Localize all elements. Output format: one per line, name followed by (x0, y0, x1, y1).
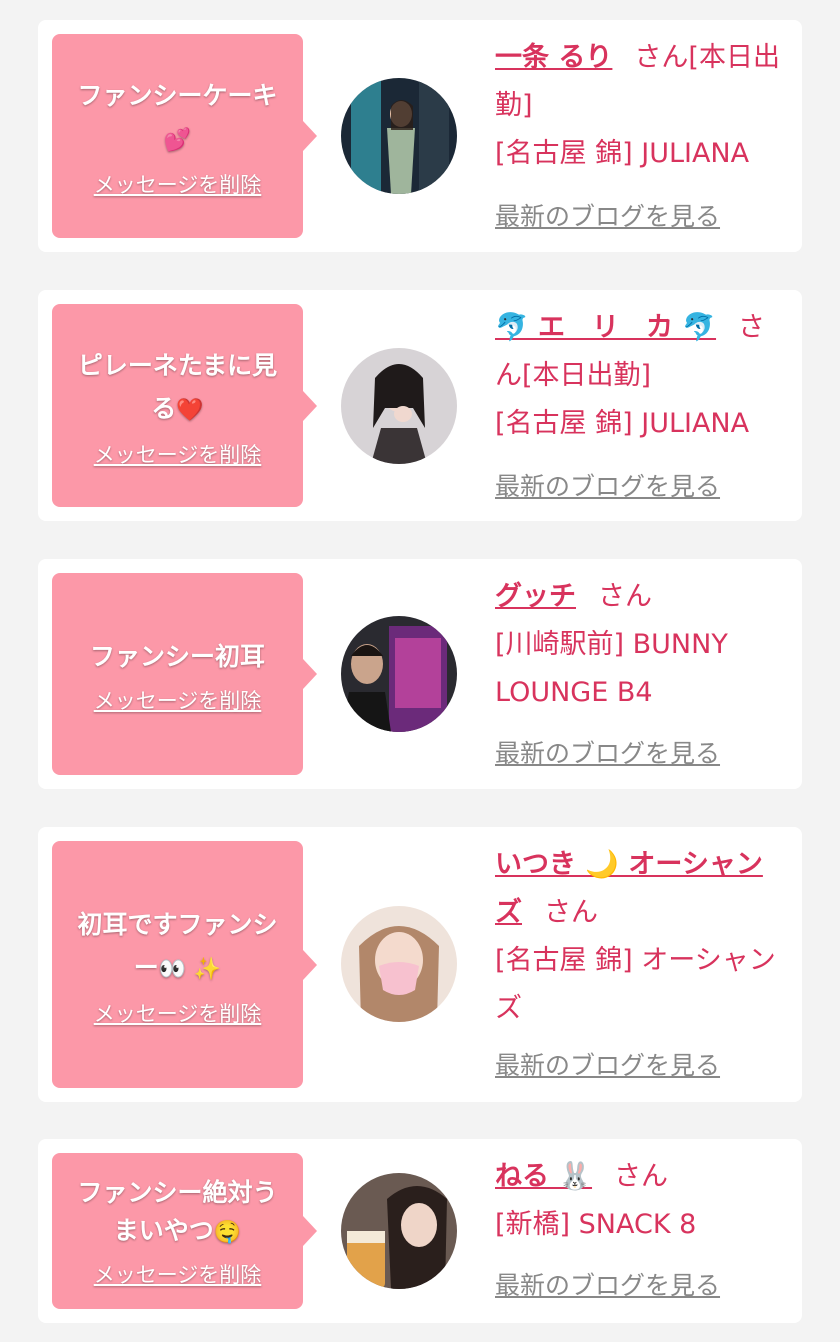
cast-name-link[interactable]: グッチ (495, 581, 576, 612)
message-bubble: ファンシーケーキ 💕 メッセージを削除 (52, 34, 317, 238)
avatar[interactable] (341, 348, 457, 464)
hearts-icon: 💕 (163, 128, 192, 153)
honorific: さん (634, 42, 689, 73)
favorite-card: 初耳ですファンシー👀 ✨ メッセージを削除 いつき 🌙 オーシャンズ さん [名古… (38, 827, 802, 1102)
shop-name: [名古屋 錦] JULIANA (495, 408, 750, 439)
message-text: ファンシー絶対うまいやつ🤤 (77, 1178, 278, 1245)
cast-info: ねる 🐰 さん [新橋] SNACK 8 (495, 1153, 788, 1249)
delete-message-link[interactable]: メッセージを削除 (94, 688, 262, 714)
status-text: [本日出勤] (522, 360, 652, 391)
favorite-card: ファンシーケーキ 💕 メッセージを削除 一条 るり さん[本日出勤] [名古屋 錦… (38, 20, 802, 252)
cast-name-link[interactable]: 一条 るり (495, 42, 612, 73)
cast-name-link[interactable]: いつき 🌙 オーシャンズ (495, 849, 763, 928)
latest-blog-link[interactable]: 最新のブログを見る (495, 202, 720, 232)
favorite-card: ファンシー絶対うまいやつ🤤 メッセージを削除 ねる 🐰 さん [新橋] SNACK… (38, 1139, 802, 1323)
favorite-card: ファンシー初耳 メッセージを削除 グッチ さん [川崎駅前] BUNNY LOUN… (38, 559, 802, 789)
delete-message-link[interactable]: メッセージを削除 (94, 442, 262, 468)
honorific: さん (544, 897, 598, 928)
delete-message-link[interactable]: メッセージを削除 (94, 1001, 262, 1027)
message-bubble: 初耳ですファンシー👀 ✨ メッセージを削除 (52, 841, 317, 1088)
latest-blog-link[interactable]: 最新のブログを見る (495, 1271, 720, 1301)
message-bubble: ファンシー絶対うまいやつ🤤 メッセージを削除 (52, 1153, 317, 1309)
latest-blog-link[interactable]: 最新のブログを見る (495, 1051, 720, 1081)
honorific: さん (598, 581, 652, 612)
message-text: ピレーネたまに見る❤️ (77, 350, 278, 423)
drooling-face-icon: 🤤 (213, 1220, 242, 1245)
avatar[interactable] (341, 78, 457, 194)
delete-message-link[interactable]: メッセージを削除 (94, 172, 262, 198)
cast-info: グッチ さん [川崎駅前] BUNNY LOUNGE B4 (495, 573, 788, 717)
shop-name: [新橋] SNACK 8 (495, 1209, 697, 1240)
heart-icon: ❤️ (176, 397, 204, 423)
cast-name-link[interactable]: 🐬 エ リ カ 🐬 (495, 312, 716, 343)
cast-info: いつき 🌙 オーシャンズ さん [名古屋 錦] オーシャンズ (495, 841, 788, 1033)
shop-name: [名古屋 錦] オーシャンズ (495, 945, 776, 1024)
cast-info: 🐬 エ リ カ 🐬 さん[本日出勤] [名古屋 錦] JULIANA (495, 304, 788, 448)
avatar[interactable] (341, 906, 457, 1022)
cast-name-link[interactable]: ねる 🐰 (495, 1161, 592, 1192)
message-bubble: ファンシー初耳 メッセージを削除 (52, 573, 317, 775)
avatar[interactable] (341, 616, 457, 732)
avatar[interactable] (341, 1173, 457, 1289)
shop-name: [名古屋 錦] JULIANA (495, 138, 750, 169)
message-text: ファンシーケーキ 💕 (77, 81, 278, 153)
message-text: ファンシー初耳 (89, 641, 265, 671)
latest-blog-link[interactable]: 最新のブログを見る (495, 472, 720, 502)
latest-blog-link[interactable]: 最新のブログを見る (495, 739, 720, 769)
message-text: 初耳ですファンシー👀 ✨ (77, 909, 278, 982)
delete-message-link[interactable]: メッセージを削除 (94, 1262, 262, 1288)
eyes-sparkle-icon: 👀 ✨ (158, 956, 222, 982)
honorific: さん (614, 1161, 669, 1192)
message-bubble: ピレーネたまに見る❤️ メッセージを削除 (52, 304, 317, 507)
cast-info: 一条 るり さん[本日出勤] [名古屋 錦] JULIANA (495, 34, 788, 178)
favorite-card: ピレーネたまに見る❤️ メッセージを削除 🐬 エ リ カ 🐬 さん[本日出勤] [… (38, 290, 802, 521)
shop-name: [川崎駅前] BUNNY LOUNGE B4 (495, 629, 728, 708)
